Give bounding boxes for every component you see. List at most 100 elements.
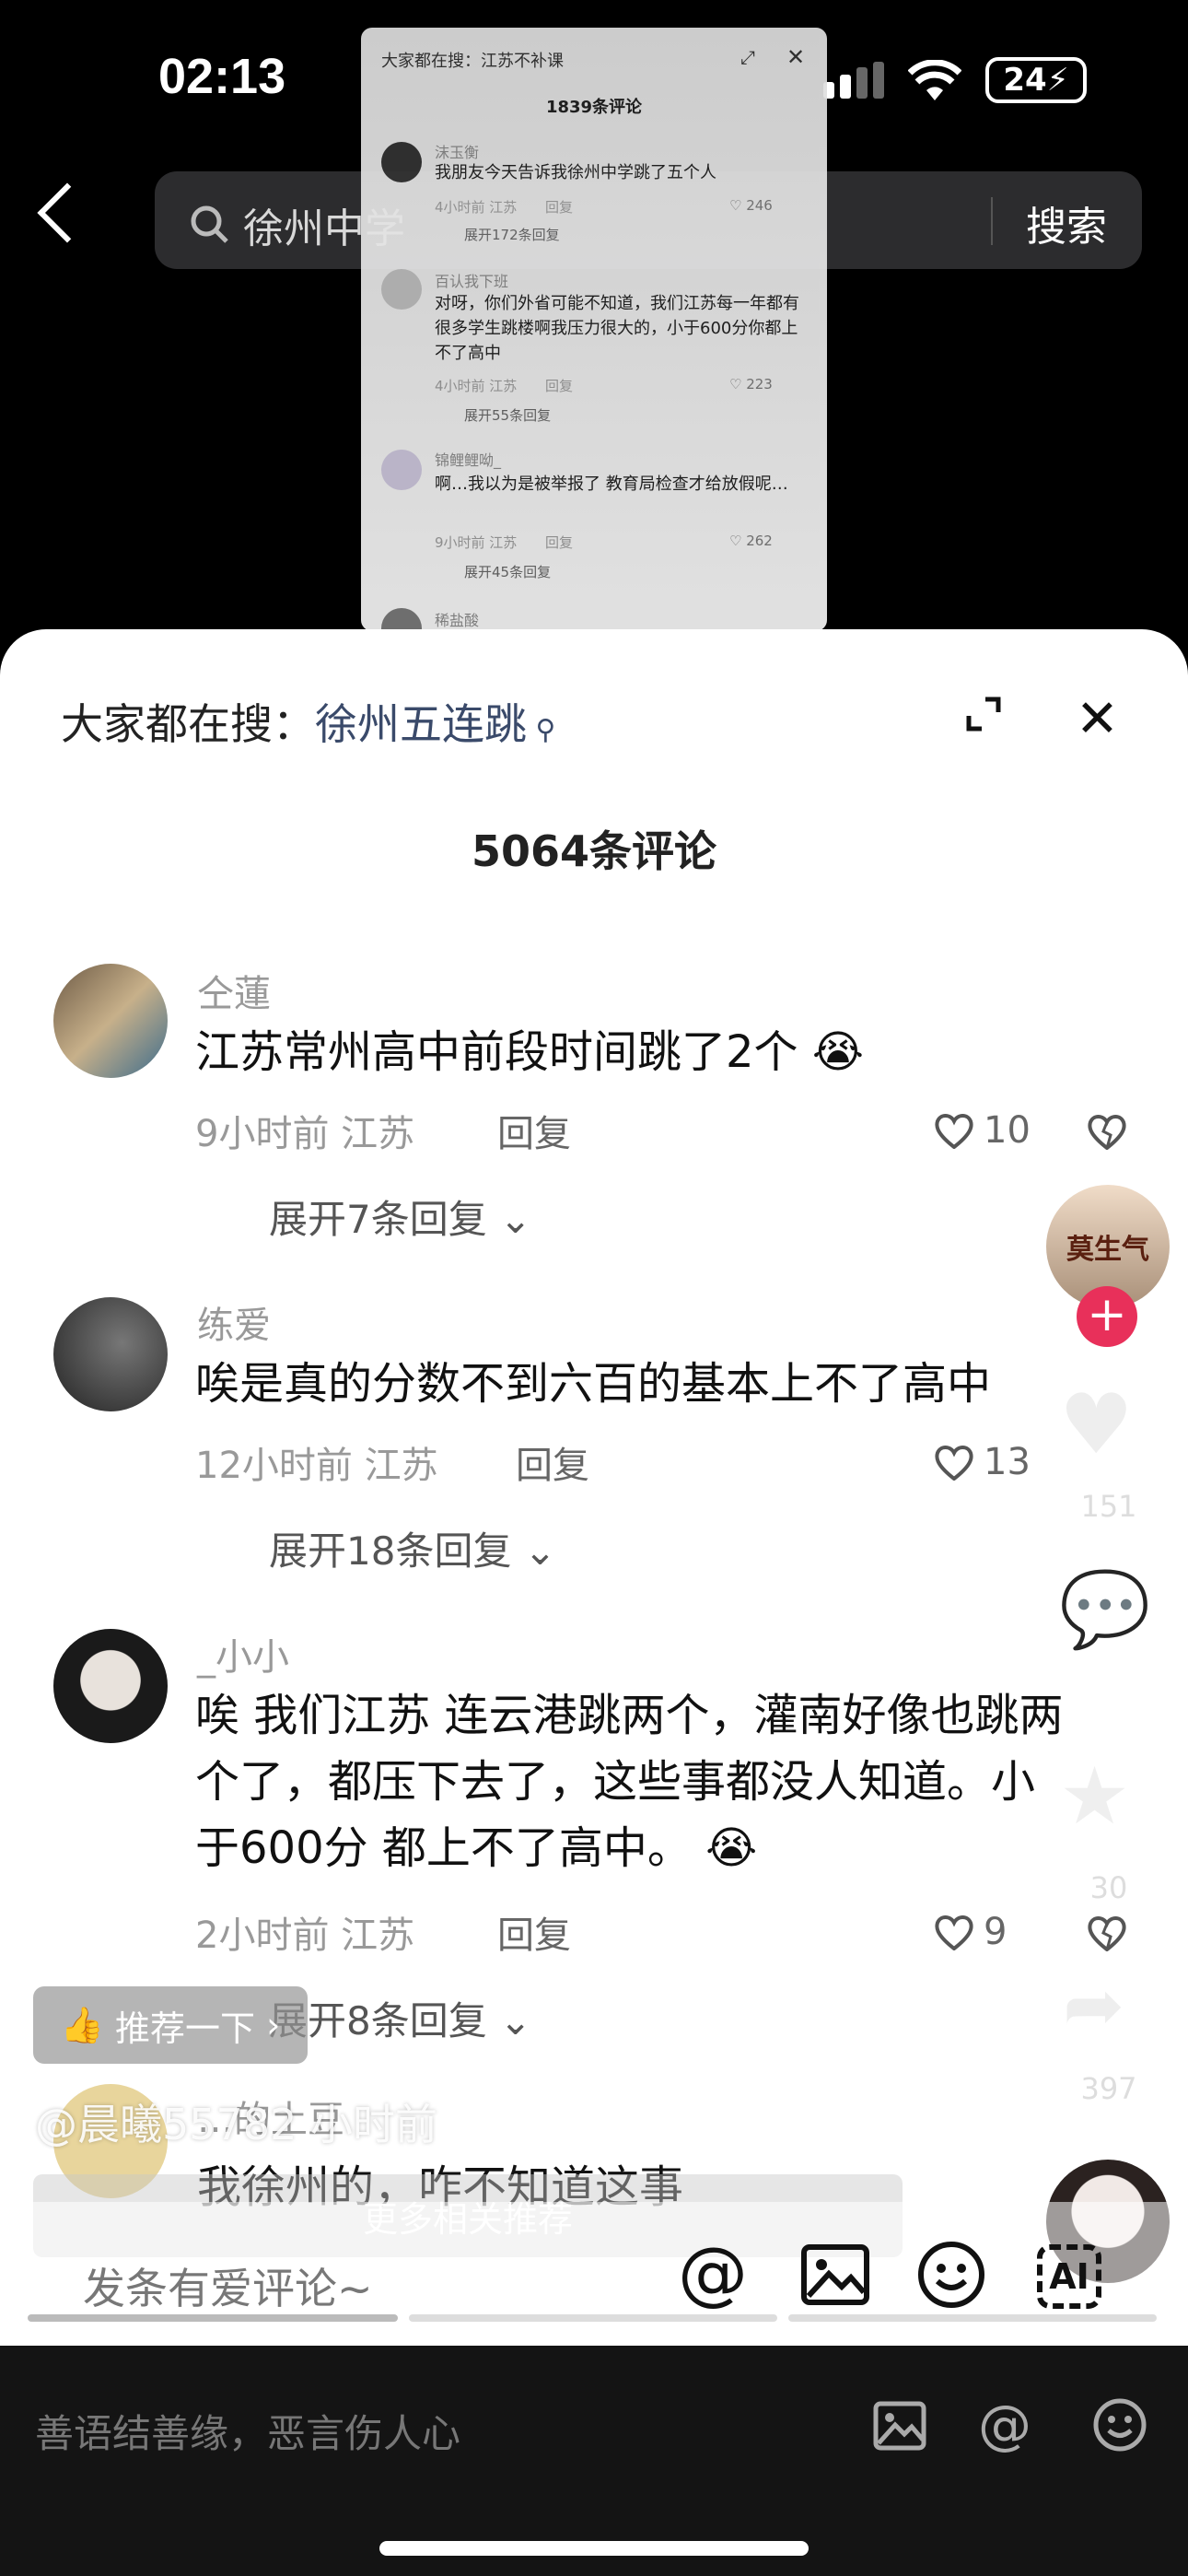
comment-input[interactable]: 发条有爱评论~ [83,2255,373,2316]
like-count: 9 [984,1911,1007,1953]
chevron-down-icon: ⌄ [499,1998,532,2043]
progress-segment [409,2314,777,2322]
comment-count: 5064条评论 [471,826,717,876]
mini-like-count: 223 [746,376,773,392]
wifi-icon [908,60,961,100]
comment-text-content: 江苏常州高中前段时间跳了2个 [195,1026,798,1078]
like-button[interactable]: 9 [934,1911,1007,1953]
mini-comment-meta: 9小时前 江苏 [435,534,518,551]
battery-icon: 24 ⚡ [985,57,1087,103]
video-author[interactable]: @晨曦55782 小时前 [35,2091,437,2152]
heart-icon [935,1915,973,1950]
share-arrow-icon[interactable]: ➦ [1063,1962,1124,2048]
ai-icon[interactable]: AI [1037,2244,1101,2309]
mini-avatar [381,450,422,490]
comment-time: 2小时前 江苏 [195,1914,415,1957]
dislike-heart-icon[interactable] [1087,1914,1127,1951]
star-icon[interactable]: ★ [1059,1751,1130,1843]
favorite-count: 30 [1089,1870,1128,1905]
crying-emoji-icon: 😭 [705,1822,758,1874]
recommend-button[interactable]: 👍 推荐一下 › [33,1986,308,2064]
status-icons: 24 ⚡ [823,57,1087,103]
like-button[interactable]: 13 [934,1441,1031,1483]
mini-comment-text: 啊…我以为是被举报了 教育局检查才给放假呢… [435,474,788,494]
back-arrow-icon[interactable] [37,182,98,243]
comment-text-line: 于600分 都上不了高中。 😭 [195,1815,1144,1881]
heart-icon [935,1114,973,1149]
mini-reply: 回复 [545,378,574,394]
image-icon[interactable] [873,2401,926,2451]
creator-avatar-text: 莫生气 [1066,1234,1149,1266]
comment-username[interactable]: 仝蓮 [197,964,271,1017]
comment-username[interactable]: 练爱 [197,1295,271,1349]
comment-text-line: 个了，都压下去了，这些事都没人知道。小 [195,1756,1036,1808]
search-button[interactable]: 搜索 [1026,193,1107,252]
image-icon[interactable] [801,2244,869,2305]
avatar[interactable] [53,1297,168,1411]
mini-hot-search: 大家都在搜：江苏不补课 [381,52,564,71]
embedded-screenshot: 大家都在搜：江苏不补课 ⤢ ✕ 1839条评论 沫玉衡 我朋友今天告诉我徐州中学… [361,28,827,631]
expand-replies[interactable]: 展开8条回复 ⌄ [269,1990,531,2046]
battery-level: 24 [1003,62,1047,99]
reply-button[interactable]: 回复 [497,1905,571,1959]
mini-expand-replies: 展开172条回复 [464,227,560,243]
home-indicator [379,2541,809,2556]
chevron-down-icon: ⌄ [523,1528,557,1574]
comment-username[interactable]: _小小 [197,1627,289,1680]
recommend-label: 推荐一下 [115,2008,256,2049]
close-icon[interactable]: ✕ [1076,689,1119,749]
mini-comment-count: 1839条评论 [545,98,643,117]
mini-close-icon: ✕ [786,44,806,70]
mini-likes: ♡ 223 [729,376,773,392]
progress-segment [28,2314,398,2322]
like-heart-icon[interactable]: ♥ [1059,1376,1134,1473]
search-icon [191,205,228,243]
comment-text-content: 于600分 都上不了高中。 [195,1822,692,1874]
hot-search[interactable]: 大家都在搜：徐州五连跳 ⚲ [61,691,556,752]
chevron-right-icon: › [266,2005,281,2045]
mini-comment-text: 对呀，你们外省可能不知道，我们江苏每一年都有很多学生跳楼啊我压力很大的，小于60… [435,294,799,363]
at-mention-icon[interactable]: @ [978,2394,1031,2456]
mini-expand-replies: 展开45条回复 [464,564,552,580]
emoji-smile-icon[interactable] [1092,2397,1147,2453]
mini-avatar [381,269,422,310]
comment-text: 唉是真的分数不到六百的基本上不了高中 [195,1358,992,1410]
mini-avatar [381,608,422,631]
mini-reply: 回复 [545,534,574,551]
follow-plus-icon[interactable]: + [1077,1286,1137,1347]
expand-replies[interactable]: 展开18条回复 ⌄ [269,1520,556,1576]
avatar[interactable] [53,964,168,1078]
mini-reply: 回复 [545,199,574,216]
bottom-comment-input[interactable]: 善语结善缘，恶言伤人心 [35,2403,460,2459]
reply-button[interactable]: 回复 [497,1104,571,1157]
search-small-icon: ⚲ [527,714,556,746]
dislike-heart-icon[interactable] [1087,1113,1127,1150]
comment-bubble-icon[interactable]: 💬 [1059,1566,1151,1653]
expand-replies[interactable]: 展开7条回复 ⌄ [269,1188,531,1245]
like-count: 10 [984,1109,1031,1152]
signal-icon [823,62,884,99]
mini-like-count: 246 [746,197,773,214]
search-divider [991,197,993,245]
mini-likes: ♡ 246 [729,197,773,214]
like-button[interactable]: 10 [934,1109,1031,1152]
comment-time: 12小时前 江苏 [195,1445,438,1487]
expand-replies-label: 展开7条回复 [269,1197,487,1242]
emoji-smile-icon[interactable] [917,2241,985,2309]
at-mention-icon[interactable]: @ [678,2231,748,2313]
mini-comment-meta: 4小时前 江苏 [435,199,518,216]
hot-search-keyword[interactable]: 徐州五连跳 [315,699,527,749]
hot-search-label: 大家都在搜： [61,699,315,749]
video-author-handle: @晨曦55782 [35,2100,297,2149]
avatar[interactable] [53,1629,168,1743]
mini-avatar [381,142,422,182]
mini-expand-replies: 展开55条回复 [464,407,552,424]
reply-button[interactable]: 回复 [516,1435,589,1489]
status-time: 02:13 [158,49,286,104]
mini-username: 稀盐酸 [435,612,480,629]
mini-username: 锦鲤鲤呦_ [435,451,502,469]
comment-time: 9小时前 江苏 [195,1113,415,1155]
comment-text-line: 唉 我们江苏 连云港跳两个，灌南好像也跳两 [195,1690,1064,1741]
mini-expand-icon: ⤢ [740,46,755,68]
expand-icon[interactable] [965,696,1002,732]
